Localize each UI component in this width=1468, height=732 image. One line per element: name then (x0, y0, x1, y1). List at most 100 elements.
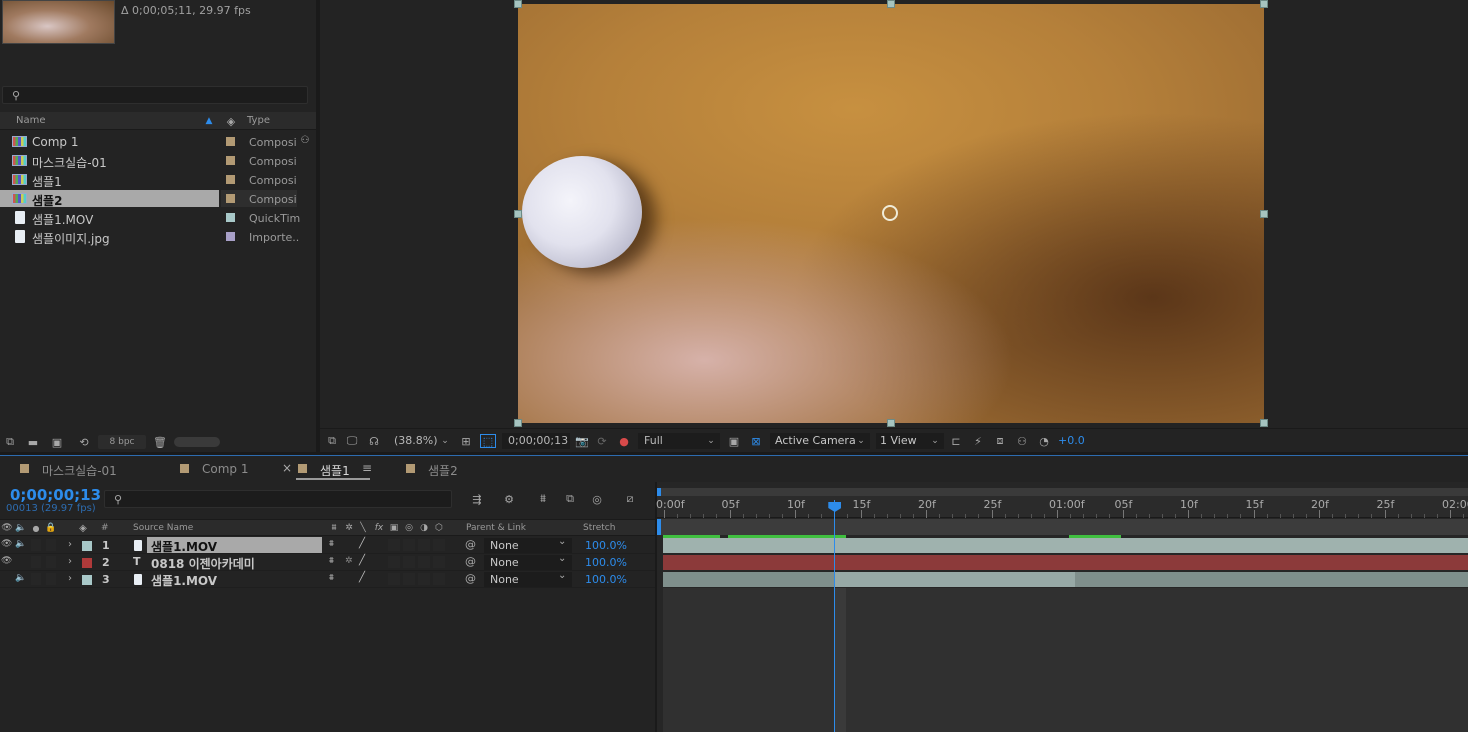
layer-switch-box[interactable] (388, 573, 400, 585)
resolution-select[interactable]: Full ⌄ (638, 433, 720, 449)
bpc-button[interactable]: 8 bpc (98, 435, 146, 449)
lock-switch[interactable] (46, 539, 56, 551)
close-icon[interactable]: × (282, 461, 292, 475)
project-item[interactable]: 샘플2 Composi (0, 189, 316, 208)
layer-search-input[interactable]: ⚲ (104, 490, 452, 508)
comp-flowchart-icon[interactable]: ⚇ (1014, 433, 1030, 449)
label-color-swatch[interactable] (226, 156, 235, 165)
mask-path-icon[interactable]: ⬚ (480, 434, 496, 448)
monitor-icon[interactable]: 🖵 (344, 433, 360, 449)
layer-name[interactable]: 0818 이젠아카데미 (151, 555, 255, 572)
stretch-value[interactable]: 100.0% (585, 539, 627, 552)
shy-switch-icon[interactable]: ⩩ (329, 556, 334, 566)
solo-switch[interactable] (31, 556, 41, 568)
layer-switch-box[interactable] (433, 556, 445, 568)
layer-switch-box[interactable] (403, 539, 415, 551)
parent-select[interactable]: None ⌄ (484, 536, 572, 553)
layer-label-color[interactable] (82, 541, 92, 551)
layer-switch-box[interactable] (418, 573, 430, 585)
mask-visibility-icon[interactable]: ☊ (364, 433, 384, 449)
lock-switch[interactable] (46, 573, 56, 585)
transform-handle[interactable] (514, 209, 522, 218)
label-color-swatch[interactable] (226, 232, 235, 241)
tab-menu-icon[interactable]: ≡ (362, 461, 372, 475)
channels-icon[interactable]: ● (616, 433, 632, 449)
transform-handle[interactable] (514, 0, 522, 8)
label-tag-icon[interactable]: ◈ (76, 521, 90, 535)
comp-frame[interactable] (518, 4, 1264, 423)
parent-select[interactable]: None ⌄ (484, 553, 572, 570)
interpret-footage-icon[interactable]: ⧉ (2, 434, 18, 450)
expand-arrow-icon[interactable]: › (68, 573, 72, 584)
always-preview-icon[interactable]: ⧉ (324, 433, 340, 449)
chevron-down-icon[interactable]: ⌄ (438, 433, 452, 449)
frame-blending-icon[interactable]: ⧉ (561, 491, 579, 507)
shy-layers-icon[interactable]: ⩩ (534, 491, 552, 507)
viewer-timecode[interactable]: 0;00;00;13 (502, 433, 570, 449)
expand-arrow-icon[interactable]: › (68, 539, 72, 550)
quality-switch-icon[interactable]: ╱ (359, 555, 365, 566)
video-eye-icon[interactable]: 👁 (0, 521, 14, 535)
project-item[interactable]: 샘플1 Composi (0, 170, 316, 189)
solo-icon[interactable]: ● (30, 521, 42, 535)
layer-label-color[interactable] (82, 575, 92, 585)
label-color-swatch[interactable] (226, 175, 235, 184)
flowchart-icon[interactable]: ⚇ (298, 133, 312, 147)
zoom-select[interactable]: (38.8%) (394, 434, 438, 447)
solo-switch[interactable] (31, 573, 41, 585)
shy-switch-icon[interactable]: ⩩ (329, 539, 334, 549)
transparency-grid-icon[interactable]: ⊠ (748, 433, 764, 449)
label-tag-icon[interactable]: ◈ (224, 114, 238, 128)
draft-3d-icon[interactable]: ⚙ (500, 491, 518, 507)
snapshot-camera-icon[interactable]: 📷 (574, 433, 590, 449)
safe-zones-icon[interactable]: ⊞ (458, 433, 474, 449)
composition-mini-flowchart-icon[interactable]: ⇶ (468, 491, 486, 507)
project-item[interactable]: 마스크실습-01 Composi (0, 151, 316, 170)
flowchart-settings-icon[interactable]: ⟲ (75, 434, 93, 450)
view-layout-select[interactable]: 1 View ⌄ (876, 433, 944, 449)
label-color-swatch[interactable] (226, 194, 235, 203)
playhead[interactable] (828, 500, 842, 732)
layer-switch-box[interactable] (403, 556, 415, 568)
transform-handle[interactable] (514, 419, 522, 427)
exposure-value[interactable]: +0.0 (1058, 434, 1085, 447)
show-snapshot-icon[interactable]: ⟳ (594, 433, 610, 449)
anchor-point-icon[interactable] (882, 205, 898, 221)
transform-handle[interactable] (1260, 419, 1268, 427)
video-eye-icon[interactable]: 👁 (1, 556, 12, 566)
graph-editor-icon[interactable]: ⧄ (621, 491, 639, 507)
quality-switch-icon[interactable]: ╱ (359, 538, 365, 549)
lock-switch[interactable] (46, 556, 56, 568)
layer-row[interactable]: 👁 › 2 T 0818 이젠아카데미 ⩩ ✲ ╱ @ None ⌄ 100.0% (0, 553, 655, 572)
layer-duration-bar[interactable] (663, 555, 1468, 570)
label-color-swatch[interactable] (226, 213, 235, 222)
layer-switch-box[interactable] (418, 539, 430, 551)
toggle-pixel-aspect-icon[interactable]: ⊏ (948, 433, 964, 449)
transform-handle[interactable] (1260, 0, 1268, 8)
layer-switch-box[interactable] (388, 539, 400, 551)
column-parent-link[interactable]: Parent & Link (466, 523, 526, 533)
thumbnail-size-slider[interactable] (174, 437, 220, 447)
project-item[interactable]: Comp 1 Composi (0, 132, 316, 151)
camera-select[interactable]: Active Camera ⌄ (770, 433, 870, 449)
motion-blur-icon[interactable]: ◎ (588, 491, 606, 507)
layer-switch-box[interactable] (403, 573, 415, 585)
trash-icon[interactable]: 🗑 (152, 434, 168, 450)
transform-handle[interactable] (887, 419, 895, 427)
transform-handle[interactable] (887, 0, 895, 8)
shy-switch-icon[interactable]: ⩩ (329, 573, 334, 583)
audio-speaker-icon[interactable]: 🔈 (15, 573, 26, 583)
transform-handle[interactable] (1260, 209, 1268, 218)
column-name[interactable]: Name (16, 115, 46, 126)
solo-switch[interactable] (31, 539, 41, 551)
layer-switch-box[interactable] (433, 573, 445, 585)
quality-switch-icon[interactable]: ╱ (359, 572, 365, 583)
collapse-switch-icon[interactable]: ✲ (345, 556, 353, 566)
expand-arrow-icon[interactable]: › (68, 556, 72, 567)
layer-row[interactable]: 🔈 › 3 샘플1.MOV ⩩ ╱ @ None ⌄ 100.0% (0, 570, 655, 588)
region-of-interest-icon[interactable]: ▣ (726, 433, 742, 449)
reset-exposure-icon[interactable]: ◔ (1036, 433, 1052, 449)
label-color-swatch[interactable] (226, 137, 235, 146)
project-item[interactable]: 샘플1.MOV QuickTim (0, 208, 316, 227)
project-item[interactable]: 샘플이미지.jpg Importe.. (0, 227, 316, 246)
